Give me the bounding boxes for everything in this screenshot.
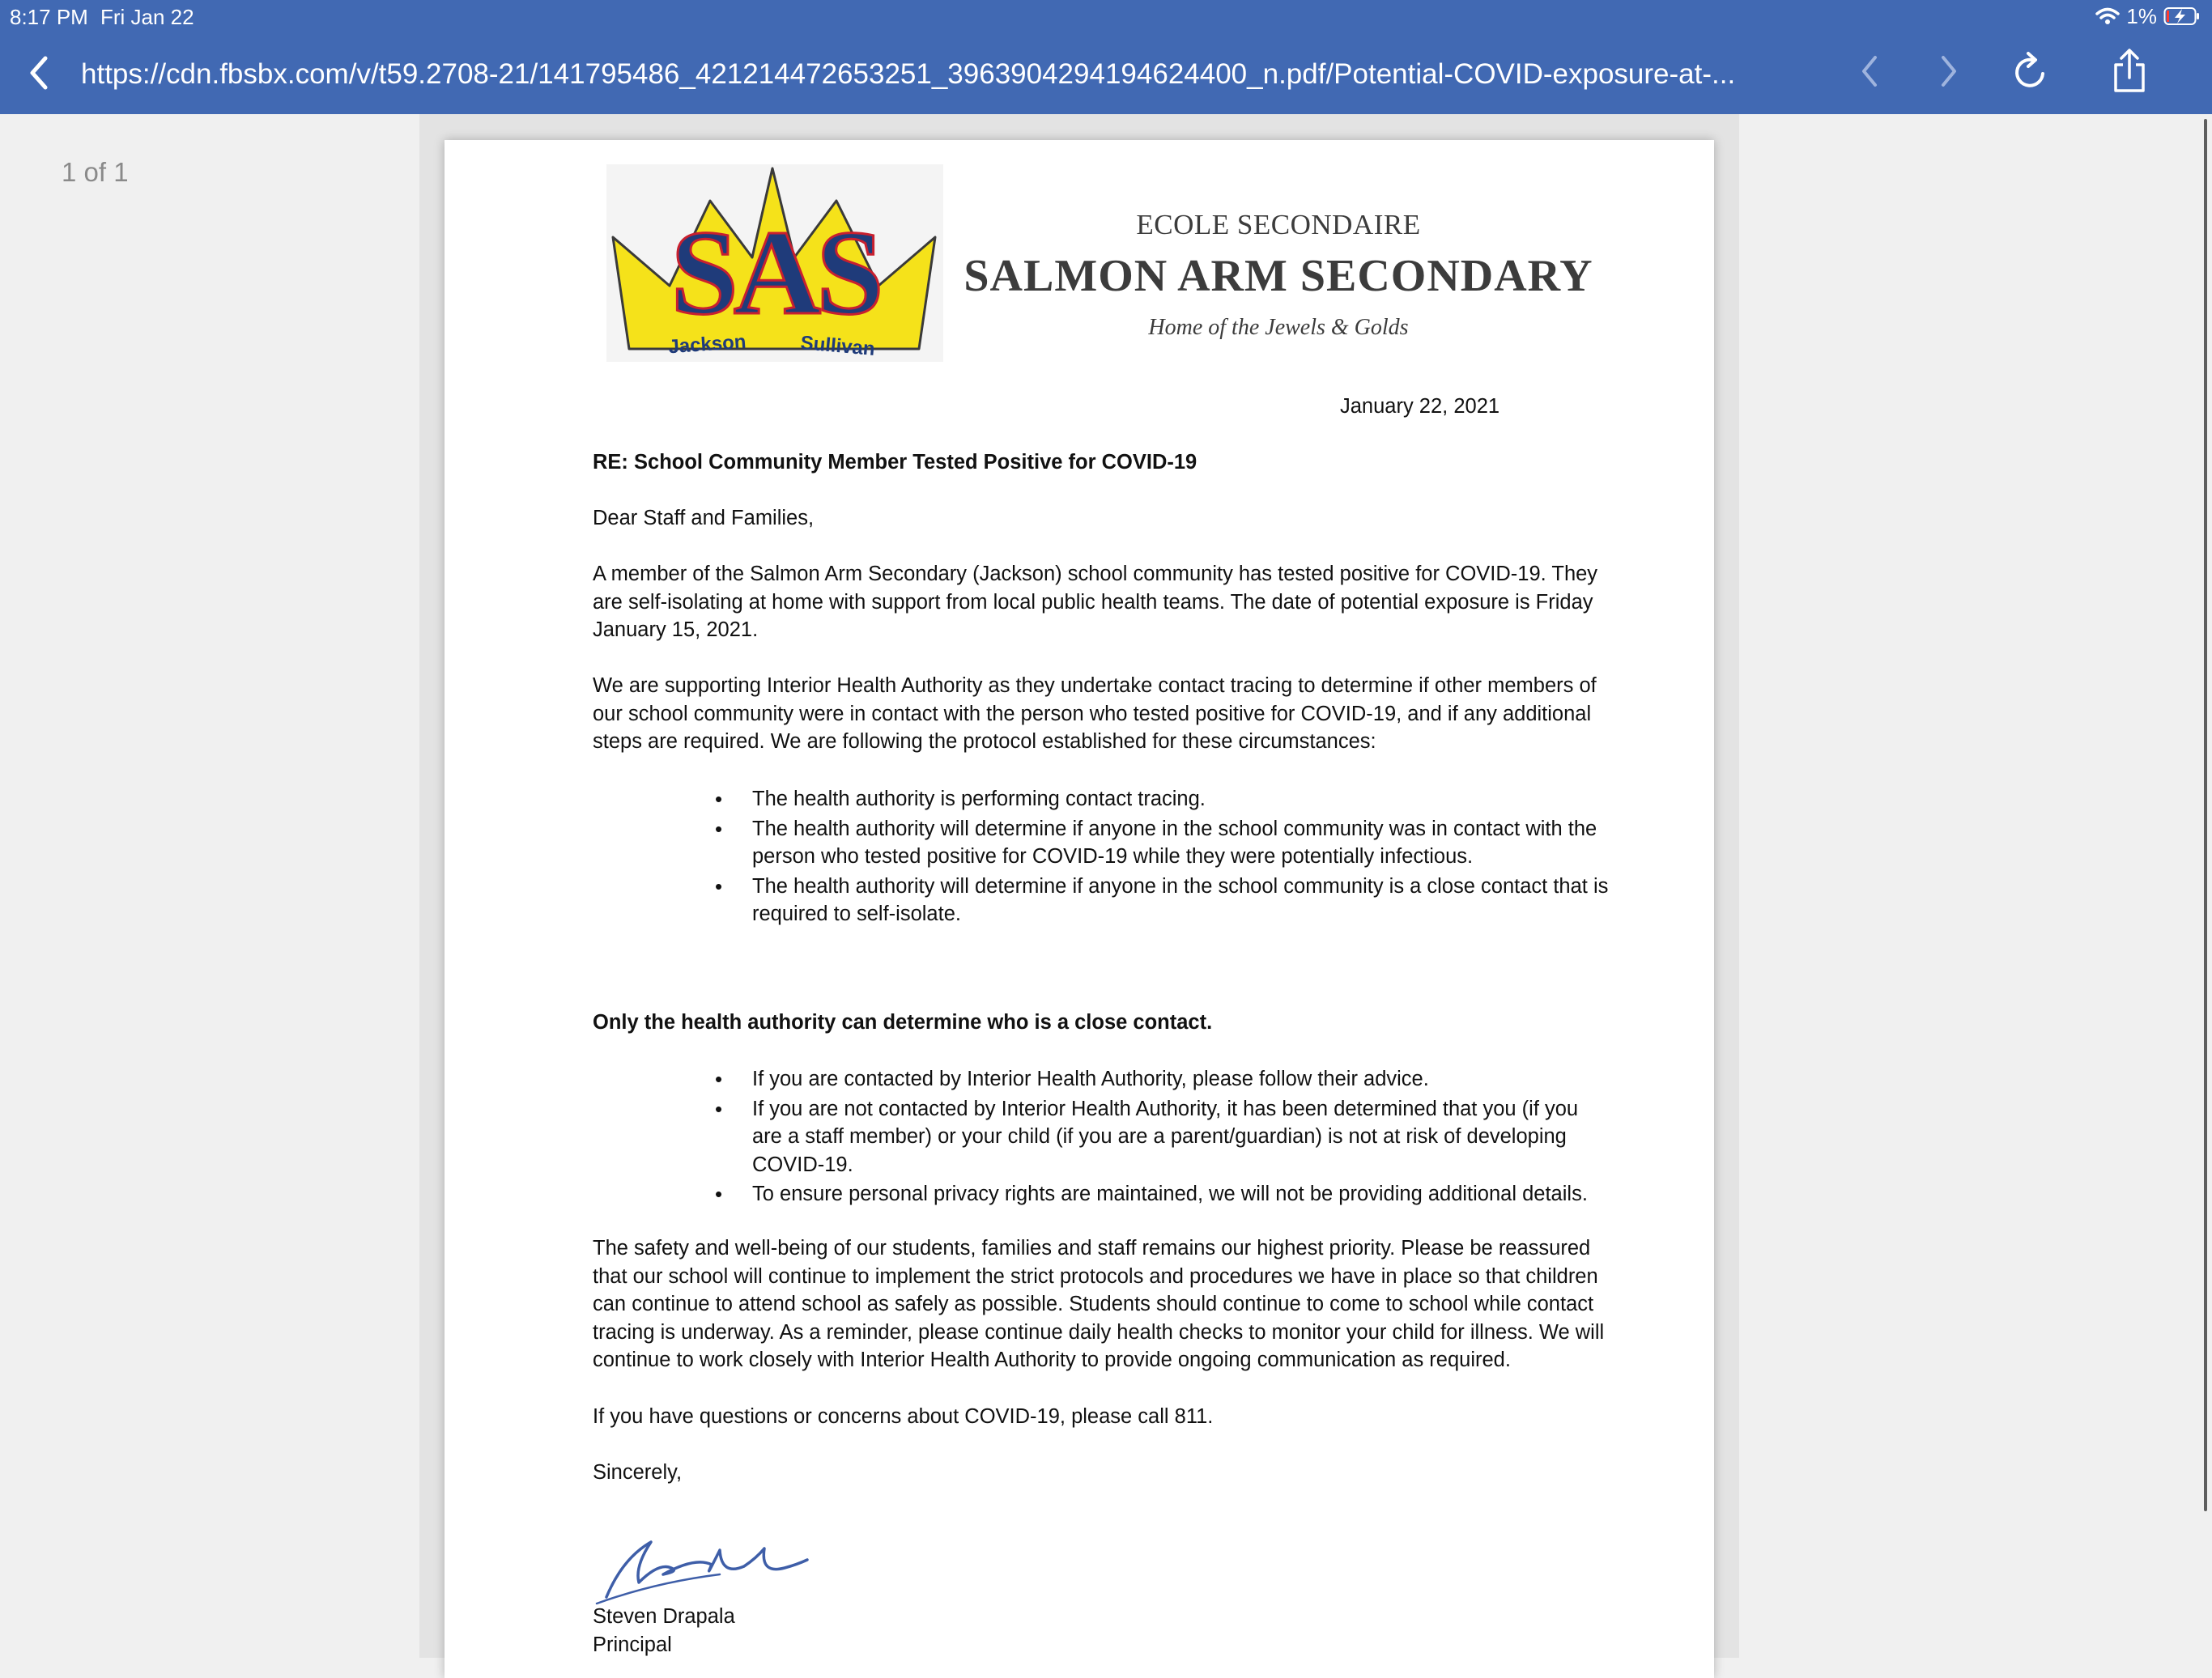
url-field[interactable]: https://cdn.fbsbx.com/v/t59.2708-21/1417… [81,57,1822,92]
list-item: If you are contacted by Interior Health … [715,1065,1610,1094]
letter-closing: Sincerely, [593,1461,683,1484]
wifi-icon [2095,7,2121,24]
letter-date: January 22, 2021 [1340,395,1500,418]
bullet-list-1: The health authority is performing conta… [715,785,1610,930]
share-button[interactable] [2104,45,2155,97]
list-item: To ensure personal privacy rights are ma… [715,1180,1610,1209]
school-subtitle: ECOLE SECONDAIRE [1136,209,1421,240]
chevron-left-icon [30,56,48,90]
scrollbar[interactable] [2204,119,2207,1511]
reload-icon [2015,52,2044,87]
school-motto: Home of the Jewels & Golds [1148,315,1409,340]
paragraph-1: A member of the Salmon Arm Secondary (Ja… [593,563,1598,641]
page-counter: 1 of 1 [62,157,129,187]
letterhead: ECOLE SECONDAIRE SALMON ARM SECONDARY Ho… [946,208,1610,342]
status-time: 8:17 PM [10,5,88,29]
list-item: If you are not contacted by Interior Hea… [715,1095,1610,1179]
list-item: The health authority is performing conta… [715,785,1610,814]
chevron-right-icon [1942,56,1956,87]
chevron-left-icon [1862,56,1877,87]
prev-page-button[interactable] [1844,45,1896,97]
status-indicators: 1% [2095,2,2201,31]
pdf-viewer[interactable]: 1 of 1 SAS Jackson Sullivan ECOLE SECOND… [0,114,2212,1678]
list-item: The health authority will determine if a… [715,815,1610,871]
signature [595,1540,809,1605]
bullet-list-2: If you are contacted by Interior Health … [715,1065,1610,1210]
signer-title: Principal [593,1633,672,1656]
paragraph-3: The safety and well-being of our student… [593,1237,1605,1371]
reload-button[interactable] [2005,45,2057,97]
battery-charging-icon [2163,7,2199,25]
battery-percent: 1% [2126,3,2157,28]
browser-toolbar: 8:17 PM Fri Jan 22 1% https://cdn.fbsbx.… [0,0,2212,114]
pdf-page: SAS Jackson Sullivan ECOLE SECONDAIRE SA… [445,140,1714,1678]
school-logo: SAS Jackson Sullivan [606,164,943,362]
logo-text: SAS [670,206,879,340]
letter-subject: RE: School Community Member Tested Posit… [593,451,1197,474]
emphasis-line: Only the health authority can determine … [593,1011,1213,1034]
signer-name: Steven Drapala [593,1605,735,1628]
list-item: The health authority will determine if a… [715,873,1610,928]
paragraph-4: If you have questions or concerns about … [593,1405,1214,1428]
status-date: Fri Jan 22 [100,5,194,29]
back-button[interactable] [19,50,60,96]
school-name: SALMON ARM SECONDARY [963,251,1593,301]
paragraph-2: We are supporting Interior Health Author… [593,674,1597,753]
letter-salutation: Dear Staff and Families, [593,507,815,529]
share-icon [2114,49,2145,92]
next-page-button[interactable] [1922,45,1974,97]
